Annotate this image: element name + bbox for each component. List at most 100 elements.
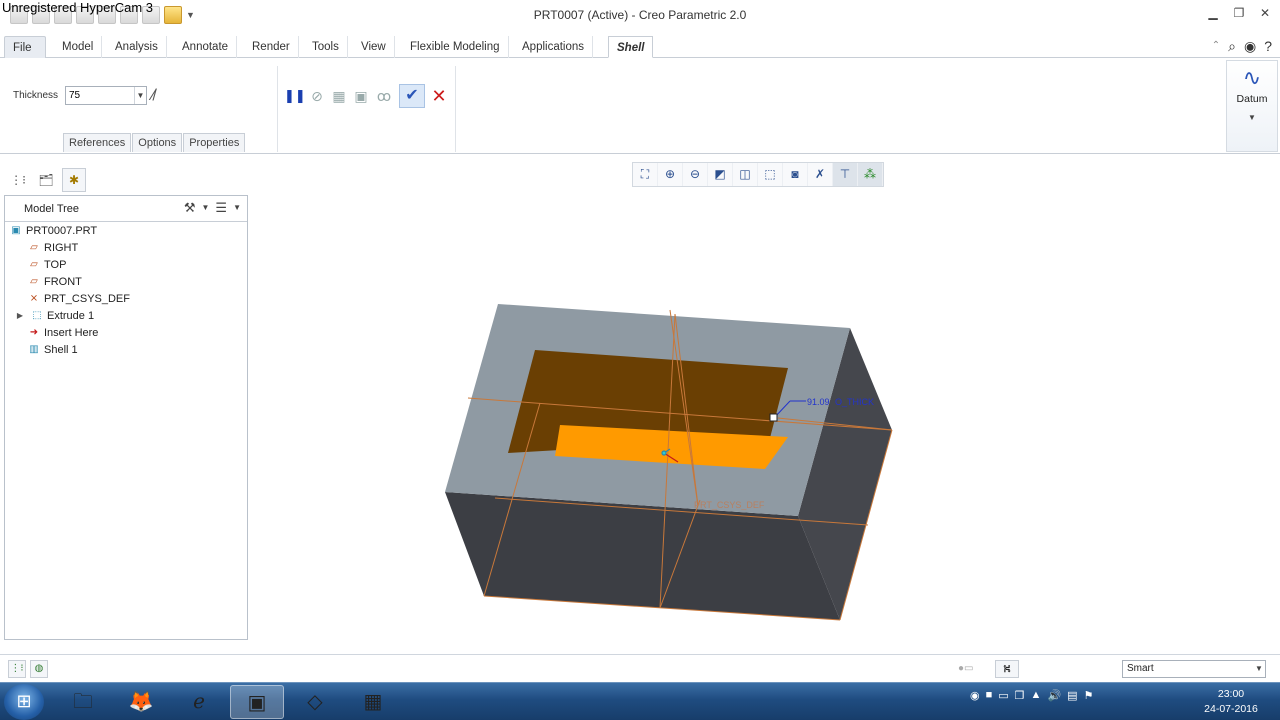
zoom-out-icon[interactable]: ⊖: [683, 163, 708, 186]
cancel-x-button[interactable]: ✕: [429, 86, 449, 106]
detached-preview-icon[interactable]: ▣: [351, 86, 371, 106]
tab-view[interactable]: View: [353, 36, 395, 58]
graphics-area[interactable]: 91.09 O_THICK PRT_CSYS_DEF: [250, 190, 1280, 650]
datum-label: Datum: [1236, 93, 1268, 105]
tab-file[interactable]: File ▾: [4, 36, 46, 76]
search-icon[interactable]: ⌕: [1228, 38, 1236, 55]
folder-browser-tab-icon[interactable]: 🗂: [34, 168, 58, 192]
tree-item-extrude[interactable]: ▶ ⬚ Extrude 1: [13, 308, 94, 324]
taskbar-clock[interactable]: 23:00 24-07-2016: [1196, 687, 1266, 717]
thickness-input[interactable]: [66, 87, 134, 104]
zoom-in-icon[interactable]: ⊕: [658, 163, 683, 186]
tab-model[interactable]: Model: [54, 36, 103, 58]
model-tree-tab-icon[interactable]: ⋮⁝: [6, 168, 30, 192]
chevron-down-icon[interactable]: ▼: [233, 200, 241, 216]
thickness-field[interactable]: ▼: [65, 86, 147, 105]
spin-center-icon[interactable]: ⁂: [858, 163, 883, 186]
annotation-display-icon[interactable]: ⊤: [833, 163, 858, 186]
tree-item-part[interactable]: ▣ PRT0007.PRT: [9, 223, 97, 239]
tree-item-label: FRONT: [44, 276, 82, 288]
selection-filter-dropdown[interactable]: Smart ▼: [1122, 660, 1266, 678]
tree-item-label: Insert Here: [44, 327, 99, 339]
ok-checkmark-button[interactable]: ✔: [399, 84, 425, 108]
divider: [277, 66, 278, 152]
extrude-icon: ⬚: [32, 310, 42, 321]
show-list-icon[interactable]: ☰: [215, 200, 227, 216]
repaint-icon[interactable]: ◩: [708, 163, 733, 186]
minimize-icon[interactable]: ▁: [1206, 6, 1220, 20]
verify-glasses-icon[interactable]: ꝏ: [374, 86, 394, 106]
tab-flexible-modeling[interactable]: Flexible Modeling: [402, 36, 509, 58]
selection-filter-icon[interactable]: ⛕: [995, 660, 1019, 678]
dimension-value[interactable]: 91.09: [807, 397, 830, 407]
tree-item-csys[interactable]: ⨯ PRT_CSYS_DEF: [27, 291, 130, 307]
chevron-down-icon[interactable]: ▼: [134, 87, 146, 104]
tree-item-front[interactable]: ▱ FRONT: [27, 274, 82, 290]
part-model[interactable]: 91.09 O_THICK PRT_CSYS_DEF: [250, 190, 1280, 650]
windows-taskbar: ⊞ 🗀 🦊 ℯ ▣ ◇ ▦ ◉ ■ ▭ ❐ ▲ 🔊 ▤ ⚑ 23:00 24-0…: [0, 682, 1280, 720]
internet-explorer-icon[interactable]: ℯ: [172, 685, 226, 719]
toggle-browser-icon[interactable]: ◍: [30, 660, 48, 678]
clock-date: 24-07-2016: [1204, 703, 1258, 715]
datum-display-filters-icon[interactable]: ✗: [808, 163, 833, 186]
restore-icon[interactable]: ❐: [1232, 6, 1246, 20]
tray-stop-icon[interactable]: ■: [986, 689, 993, 702]
saved-orientations-icon[interactable]: ⬚: [758, 163, 783, 186]
chevron-down-icon[interactable]: ▼: [202, 200, 210, 216]
favorites-tab-icon[interactable]: ✱: [62, 168, 86, 192]
model-tree-header: Model Tree ⚒ ▼ ☰ ▼: [5, 196, 247, 222]
subtab-references[interactable]: References: [63, 133, 132, 152]
toggle-navigator-icon[interactable]: ⋮⁝: [8, 660, 26, 678]
online-resources-icon[interactable]: ◉: [1244, 38, 1256, 55]
window-title: PRT0007 (Active) - Creo Parametric 2.0: [533, 8, 747, 22]
tray-app-icon[interactable]: ◉: [970, 689, 980, 702]
settings-wrench-icon[interactable]: ⚒: [184, 200, 196, 216]
show-hidden-icons-icon[interactable]: ▲: [1031, 689, 1042, 702]
help-icon[interactable]: ?: [1264, 38, 1272, 55]
tab-annotate[interactable]: Annotate: [174, 36, 238, 58]
refit-icon[interactable]: ⛶: [633, 163, 658, 186]
tray-restore-icon[interactable]: ❐: [1015, 689, 1025, 702]
selection-filter-value: Smart: [1127, 663, 1154, 674]
display-style-icon[interactable]: ◫: [733, 163, 758, 186]
minimize-ribbon-icon[interactable]: ⌃: [1212, 38, 1220, 55]
network-icon[interactable]: ▤: [1067, 689, 1077, 702]
tree-item-label: TOP: [44, 259, 67, 271]
firefox-icon[interactable]: 🦊: [114, 685, 168, 719]
drag-handle[interactable]: [769, 413, 778, 422]
pause-icon[interactable]: ❚❚: [284, 86, 306, 106]
status-icons: ⋮⁝ ◍: [8, 660, 48, 678]
tab-render[interactable]: Render: [244, 36, 299, 58]
hypercam-icon[interactable]: ▦: [346, 685, 400, 719]
tab-tools[interactable]: Tools: [304, 36, 348, 58]
close-icon[interactable]: ✕: [1258, 6, 1272, 20]
creo-app-icon[interactable]: ◇: [288, 685, 342, 719]
tree-item-right[interactable]: ▱ RIGHT: [27, 240, 78, 256]
view-manager-icon[interactable]: ◙: [783, 163, 808, 186]
no-preview-icon[interactable]: ⊘: [307, 86, 327, 106]
attached-preview-icon[interactable]: ▦: [329, 86, 349, 106]
tab-analysis[interactable]: Analysis: [107, 36, 167, 58]
shell-dashboard: Thickness ▼ ⁄̸ ❚❚ ⊘ ▦ ▣ ꝏ ✔ ✕ References…: [0, 58, 1280, 154]
creo-taskbar-icon[interactable]: ▣: [230, 685, 284, 719]
expand-arrow-icon[interactable]: ▶: [13, 310, 27, 322]
chevron-down-icon[interactable]: ▼: [1227, 113, 1277, 122]
subtab-properties[interactable]: Properties: [183, 133, 246, 152]
window-controls: ▁ ❐ ✕: [1206, 6, 1272, 20]
datum-button[interactable]: ∿ Datum ▼: [1226, 60, 1278, 152]
tree-item-insert-here[interactable]: ➜ Insert Here: [27, 325, 99, 341]
dimension-name: O_THICK: [835, 397, 874, 407]
tree-item-shell[interactable]: ▥ Shell 1: [27, 342, 77, 358]
explorer-icon[interactable]: 🗀: [56, 685, 110, 719]
tab-shell[interactable]: Shell: [608, 36, 654, 58]
flip-direction-icon[interactable]: ⁄̸: [152, 87, 155, 105]
tree-item-top[interactable]: ▱ TOP: [27, 257, 66, 273]
start-button[interactable]: ⊞: [4, 684, 44, 720]
chevron-down-icon[interactable]: ▼: [1253, 661, 1265, 677]
tray-window-icon[interactable]: ▭: [998, 689, 1008, 702]
volume-icon[interactable]: 🔊: [1047, 689, 1061, 702]
tab-applications[interactable]: Applications: [514, 36, 594, 58]
action-center-icon[interactable]: ⚑: [1084, 689, 1094, 702]
subtab-options[interactable]: Options: [132, 133, 183, 152]
part-icon: ▣: [11, 225, 21, 236]
